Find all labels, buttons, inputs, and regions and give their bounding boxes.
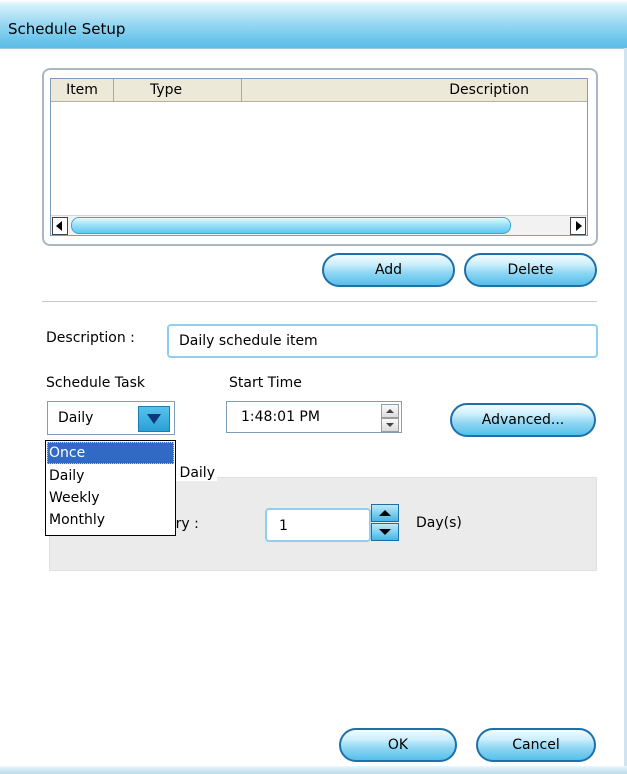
- title-bar[interactable]: Schedule Setup: [0, 0, 627, 49]
- arrow-left-icon: [56, 221, 62, 231]
- days-spinner[interactable]: [371, 504, 399, 542]
- arrow-right-icon: [576, 221, 582, 231]
- dropdown-option-daily[interactable]: Daily: [47, 465, 174, 487]
- arrow-down-icon: [379, 529, 391, 535]
- time-down-button[interactable]: [381, 418, 399, 432]
- arrow-down-icon: [386, 423, 394, 427]
- window-title: Schedule Setup: [8, 20, 126, 38]
- column-header-type[interactable]: Type: [114, 79, 242, 101]
- schedule-task-label: Schedule Task: [46, 375, 145, 391]
- days-down-button[interactable]: [371, 523, 399, 541]
- delete-button[interactable]: Delete: [464, 253, 597, 287]
- arrow-up-icon: [386, 409, 394, 413]
- days-unit-label: Day(s): [416, 515, 462, 531]
- ok-button[interactable]: OK: [339, 728, 457, 762]
- start-time-field[interactable]: 1:48:01 PM: [226, 401, 402, 433]
- schedule-task-value: Daily: [58, 410, 94, 426]
- schedule-list[interactable]: Item Type Description: [50, 78, 588, 236]
- scroll-left-button[interactable]: [52, 217, 68, 235]
- column-header-description[interactable]: Description: [243, 79, 587, 101]
- days-up-button[interactable]: [371, 504, 399, 522]
- schedule-task-dropdown-list[interactable]: Once Daily Weekly Monthly: [45, 440, 176, 536]
- description-label: Description :: [46, 330, 135, 346]
- window-bottom-border: [0, 766, 627, 774]
- schedule-task-select[interactable]: Daily: [47, 401, 175, 435]
- start-time-value: 1:48:01 PM: [241, 409, 320, 425]
- horizontal-scrollbar[interactable]: [51, 215, 587, 235]
- divider: [42, 301, 597, 302]
- description-input[interactable]: Daily schedule item: [167, 324, 598, 358]
- chevron-down-icon: [147, 414, 161, 424]
- dropdown-option-weekly[interactable]: Weekly: [47, 487, 174, 509]
- list-header: Item Type Description: [51, 79, 587, 102]
- every-days-value: 1: [279, 518, 288, 534]
- every-days-input[interactable]: 1: [265, 508, 371, 542]
- start-time-label: Start Time: [229, 375, 302, 391]
- add-button[interactable]: Add: [322, 253, 455, 287]
- scrollbar-thumb[interactable]: [71, 217, 511, 234]
- advanced-button[interactable]: Advanced...: [450, 403, 596, 437]
- arrow-up-icon: [379, 510, 391, 516]
- scroll-right-button[interactable]: [570, 217, 586, 235]
- dropdown-arrow-button[interactable]: [138, 406, 170, 432]
- time-up-button[interactable]: [381, 404, 399, 418]
- column-header-item[interactable]: Item: [51, 79, 114, 101]
- schedule-list-frame: Item Type Description: [42, 68, 598, 246]
- dropdown-option-monthly[interactable]: Monthly: [47, 509, 174, 531]
- schedule-setup-window: Schedule Setup Item Type Description Add…: [0, 0, 627, 774]
- dropdown-option-once[interactable]: Once: [47, 442, 174, 464]
- cancel-button[interactable]: Cancel: [476, 728, 596, 762]
